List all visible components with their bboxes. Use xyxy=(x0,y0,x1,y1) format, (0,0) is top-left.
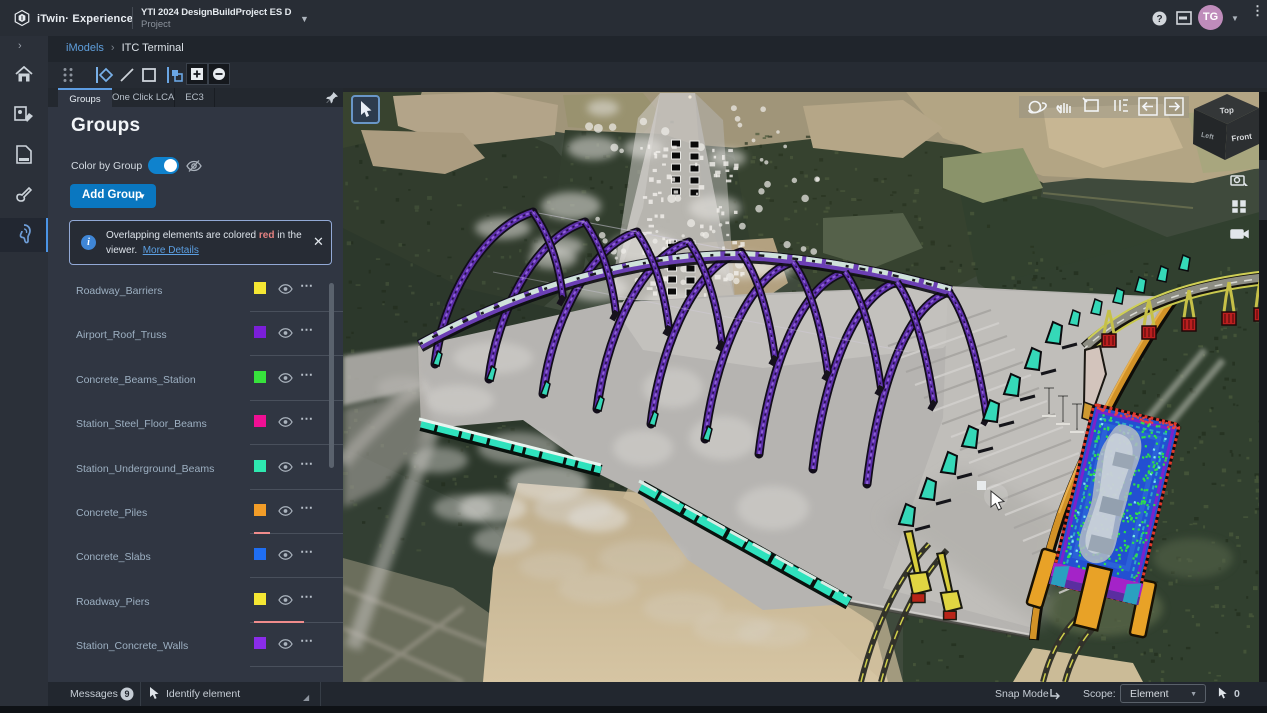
svg-text:9: 9 xyxy=(124,689,129,699)
svg-text:?: ? xyxy=(1156,14,1162,25)
svg-text:Top: Top xyxy=(1219,106,1234,116)
